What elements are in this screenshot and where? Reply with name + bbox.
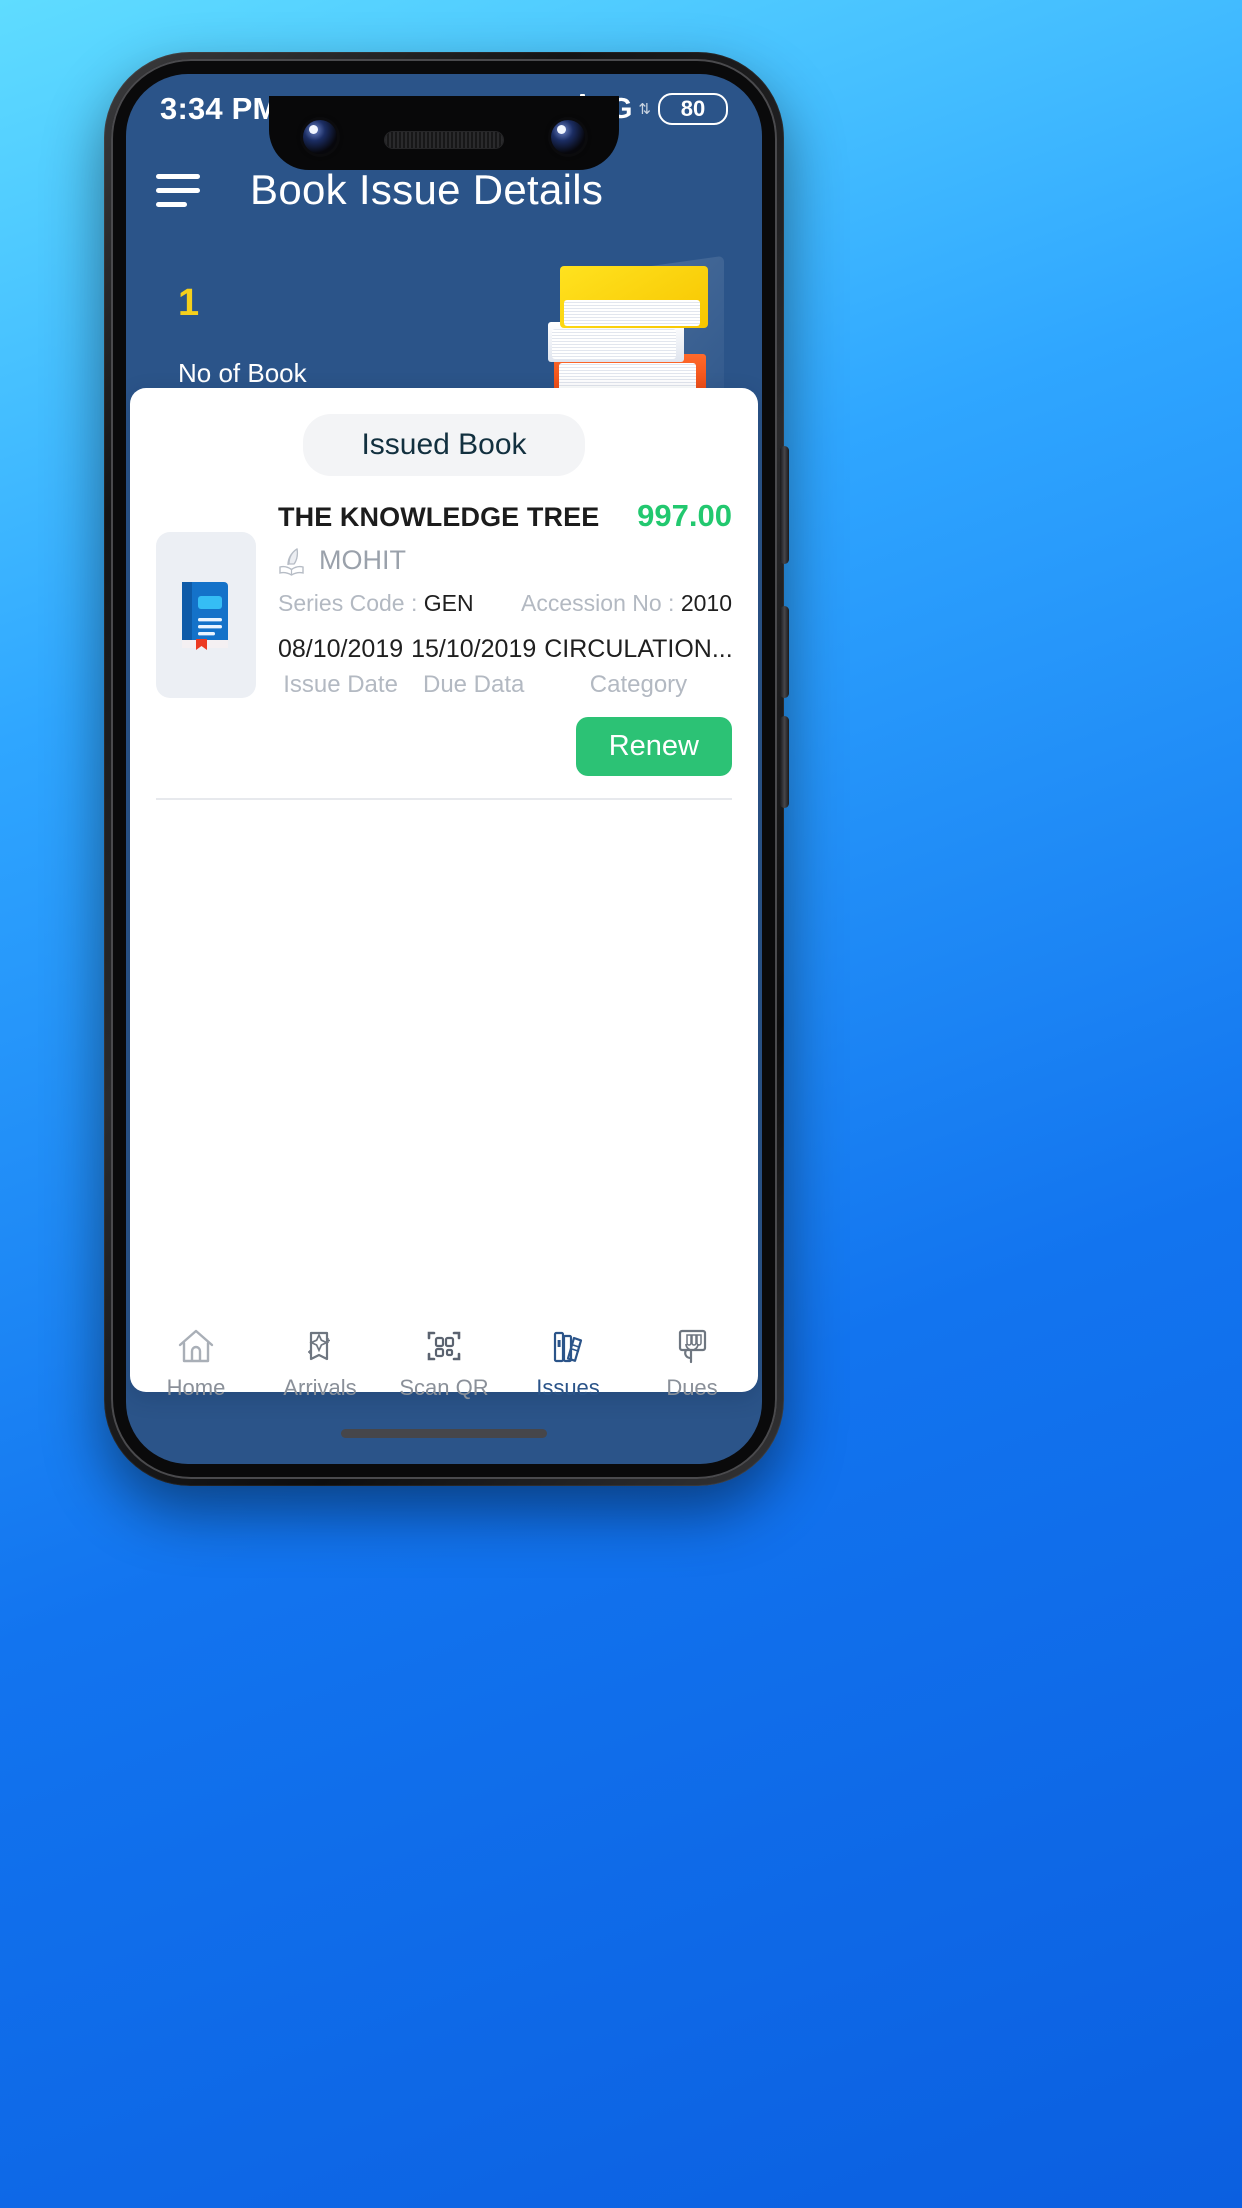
issued-count-value: 1 xyxy=(178,282,200,324)
category-column: CIRCULATION... Category xyxy=(544,635,732,699)
power-button[interactable] xyxy=(780,446,789,564)
due-date-value: 15/10/2019 xyxy=(411,635,537,663)
nav-label-scan-qr: Scan QR xyxy=(399,1375,489,1400)
due-date-label: Due Data xyxy=(422,671,525,698)
title-price-row: THE KNOWLEDGE TREE 997.00 xyxy=(278,498,732,534)
book-title: THE KNOWLEDGE TREE xyxy=(278,502,600,532)
data-transfer-icon: ⇅ xyxy=(638,101,651,118)
book-details: THE KNOWLEDGE TREE 997.00 MOHIT Series C… xyxy=(278,498,733,776)
battery-indicator: 80 xyxy=(658,92,728,126)
phone-frame: 1 No of Book Issued xyxy=(104,52,789,1486)
nav-item-dues[interactable]: Dues xyxy=(630,1324,754,1401)
home-icon xyxy=(178,1329,214,1363)
series-code-label: Series Code : xyxy=(278,590,418,616)
codes-row: Series Code : GEN Accession No : 2010 xyxy=(278,590,732,617)
nav-item-arrivals[interactable]: Arrivals xyxy=(258,1324,382,1401)
accession-no: Accession No : 2010 xyxy=(521,590,732,617)
author-name: MOHIT xyxy=(319,545,406,575)
front-camera-left-icon xyxy=(303,120,337,154)
series-code: Series Code : GEN xyxy=(278,590,474,617)
nav-label-arrivals: Arrivals xyxy=(283,1375,357,1400)
nav-item-scan-qr[interactable]: Scan QR xyxy=(382,1324,506,1401)
front-camera-right-icon xyxy=(551,120,585,154)
volume-down-button[interactable] xyxy=(780,716,789,808)
new-arrival-icon xyxy=(308,1331,330,1361)
home-indicator[interactable] xyxy=(341,1429,547,1438)
issue-date-column: 08/10/2019 Issue Date xyxy=(278,635,403,699)
volume-up-button[interactable] xyxy=(780,606,789,698)
content-sheet: Issued Book THE KNOWLEDGE TREE 997.00 MO… xyxy=(130,388,758,1400)
nav-label-home: Home xyxy=(166,1375,226,1400)
list-divider xyxy=(156,798,732,800)
series-code-value: GEN xyxy=(423,590,474,616)
list-item[interactable]: THE KNOWLEDGE TREE 997.00 MOHIT Series C… xyxy=(130,476,758,776)
category-label: Category xyxy=(589,671,688,698)
book-cover-thumbnail xyxy=(156,532,256,698)
hand-card-icon xyxy=(678,1329,707,1364)
bottom-navigation: Home Arrivals Scan QR Issues Dues xyxy=(134,1314,754,1400)
category-value: CIRCULATION... xyxy=(544,635,733,663)
phone-screen: 1 No of Book Issued xyxy=(126,74,762,1464)
issue-date-value: 08/10/2019 xyxy=(278,635,404,663)
status-clock: 3:34 PM xyxy=(160,91,279,126)
accession-no-label: Accession No : xyxy=(521,590,675,616)
dates-row: 08/10/2019 Issue Date 15/10/2019 Due Dat… xyxy=(278,635,733,699)
nav-item-home[interactable]: Home xyxy=(134,1324,258,1401)
blue-book-icon xyxy=(182,582,228,650)
issue-date-label: Issue Date xyxy=(283,671,398,698)
tab-issued-book[interactable]: Issued Book xyxy=(303,414,585,476)
book-top xyxy=(560,266,708,328)
book-middle xyxy=(548,322,684,362)
books-icon xyxy=(553,1331,583,1363)
accession-no-value: 2010 xyxy=(680,590,732,616)
renew-button[interactable]: Renew xyxy=(575,717,732,776)
earpiece-speaker xyxy=(385,132,503,148)
hamburger-menu-icon[interactable] xyxy=(156,173,206,207)
author-row: MOHIT xyxy=(278,545,732,576)
nav-label-issues: Issues xyxy=(536,1375,600,1400)
tab-bar: Issued Book xyxy=(130,388,758,476)
quill-pen-book-icon xyxy=(279,547,304,576)
due-date-column: 15/10/2019 Due Data xyxy=(411,635,536,699)
nav-item-issues[interactable]: Issues xyxy=(506,1324,630,1401)
page-title: Book Issue Details xyxy=(250,166,604,213)
book-price: 997.00 xyxy=(637,498,732,533)
nav-label-dues: Dues xyxy=(666,1375,718,1400)
camera-notch xyxy=(269,96,619,170)
action-row: Renew xyxy=(278,717,732,776)
qr-scan-icon xyxy=(427,1331,461,1361)
